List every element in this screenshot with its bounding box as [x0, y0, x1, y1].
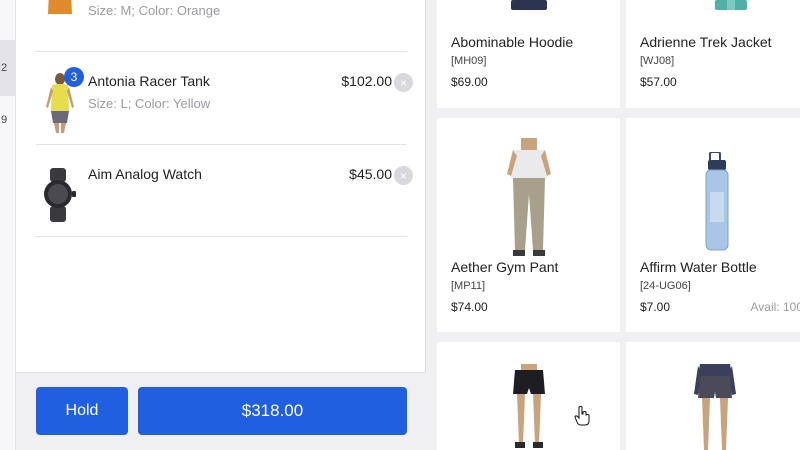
rail-item[interactable]: 9 — [0, 92, 16, 148]
close-icon: × — [399, 75, 407, 90]
cart-item-name: Aim Analog Watch — [88, 166, 202, 182]
orange-shirt-thumbnail — [48, 0, 72, 14]
product-name: Affirm Water Bottle — [640, 259, 757, 275]
pay-total-button[interactable]: $318.00 — [138, 387, 407, 435]
shorts-image — [513, 364, 545, 448]
divider — [36, 236, 407, 237]
hold-button[interactable]: Hold — [36, 387, 128, 435]
shorts-image — [694, 364, 736, 450]
cart-item-options: Size: M; Color: Orange — [88, 3, 221, 18]
cart-item-name: Antonia Racer Tank — [88, 73, 210, 89]
close-icon: × — [399, 168, 407, 183]
remove-item-button[interactable]: × — [394, 166, 413, 185]
cart-panel: Size: M; Color: Orange 3 Antonia Racer T… — [16, 0, 426, 450]
rail-item-label: 2 — [1, 62, 8, 74]
water-bottle-image — [705, 152, 729, 251]
product-card[interactable]: Aether Gym Pant [MP11] $74.00 — [437, 118, 620, 332]
cart-footer: Hold $318.00 — [16, 372, 426, 450]
product-availability: Avail: 100 — [750, 300, 800, 314]
product-card[interactable]: Abominable Hoodie [MH09] $69.00 — [437, 0, 620, 108]
watch-thumbnail — [44, 168, 76, 222]
cart-item-price: $102.00 — [341, 73, 392, 89]
pants-image — [507, 138, 551, 256]
divider — [36, 144, 407, 145]
cart-item[interactable]: Aim Analog Watch $45.00 × — [36, 166, 413, 258]
cart-item-price: $45.00 — [349, 166, 392, 182]
remove-item-button[interactable]: × — [394, 73, 413, 92]
product-grid: Abominable Hoodie [MH09] $69.00 Adrienne… — [427, 0, 800, 450]
product-price: $74.00 — [451, 300, 488, 314]
product-price: $57.00 — [640, 75, 677, 89]
product-card[interactable] — [437, 342, 620, 450]
hand-cursor-icon — [574, 406, 590, 426]
cart-item[interactable]: 3 Antonia Racer Tank Size: L; Color: Yel… — [36, 67, 413, 165]
product-card[interactable]: Adrienne Trek Jacket [WJ08] $57.00 — [626, 0, 800, 108]
product-name: Adrienne Trek Jacket — [640, 34, 772, 50]
product-sku: [24-UG06] — [640, 280, 691, 292]
hoodie-image — [511, 0, 547, 10]
cart-item[interactable]: Size: M; Color: Orange — [36, 0, 407, 52]
rail-item-label: 9 — [1, 114, 8, 126]
product-name: Aether Gym Pant — [451, 259, 559, 275]
jacket-image — [715, 0, 747, 10]
product-price: $69.00 — [451, 75, 488, 89]
left-rail: 2 9 — [0, 0, 16, 450]
product-sku: [WJ08] — [640, 55, 675, 67]
product-sku: [MP11] — [451, 280, 486, 292]
product-name: Abominable Hoodie — [451, 34, 574, 50]
divider — [36, 51, 407, 52]
cart-item-options: Size: L; Color: Yellow — [88, 96, 211, 111]
product-card[interactable] — [626, 342, 800, 450]
rail-item[interactable]: 2 — [0, 40, 16, 96]
product-price: $7.00 — [640, 300, 671, 314]
product-sku: [MH09] — [451, 55, 487, 67]
quantity-badge: 3 — [64, 67, 84, 87]
product-card[interactable]: Affirm Water Bottle [24-UG06] $7.00 Avai… — [626, 118, 800, 332]
